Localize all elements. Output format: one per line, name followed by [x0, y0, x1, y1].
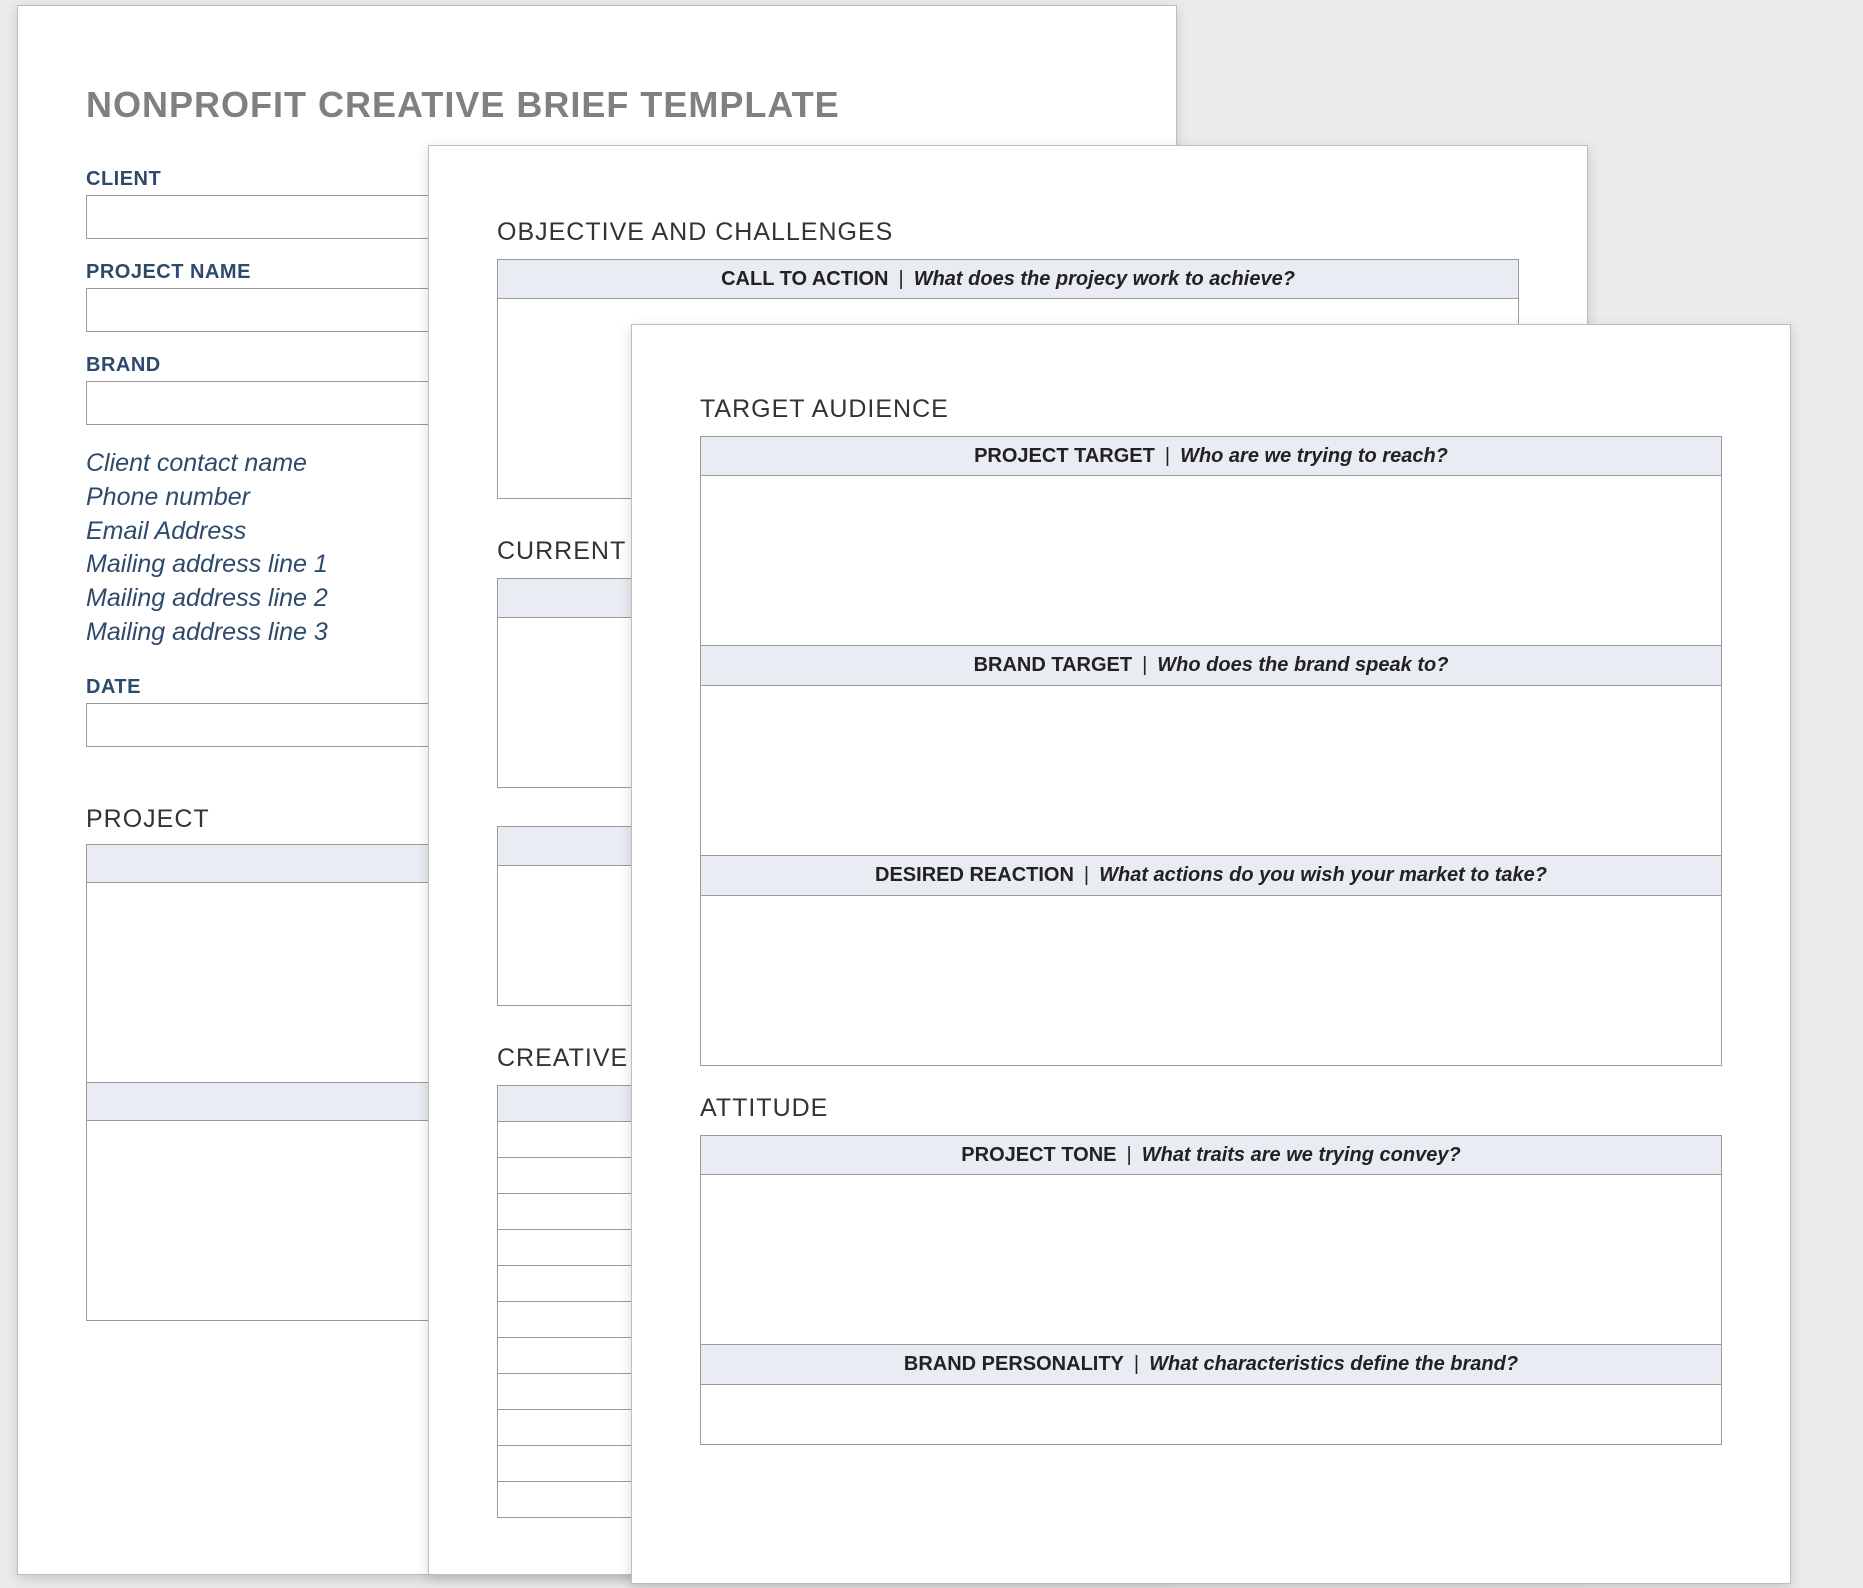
- project-target-question: Who are we trying to reach?: [1180, 445, 1448, 468]
- page-3: TARGET AUDIENCE PROJECT TARGET | Who are…: [631, 324, 1791, 1584]
- objective-section-title: OBJECTIVE AND CHALLENGES: [497, 218, 1519, 247]
- project-tone-header: PROJECT TONE | What traits are we trying…: [700, 1135, 1722, 1175]
- separator: |: [1142, 654, 1147, 677]
- separator: |: [1165, 445, 1170, 468]
- brand-input[interactable]: [86, 381, 446, 425]
- desired-reaction-question: What actions do you wish your market to …: [1099, 864, 1547, 887]
- brand-personality-header: BRAND PERSONALITY | What characteristics…: [700, 1345, 1722, 1385]
- desired-reaction-label: DESIRED REACTION: [875, 864, 1074, 887]
- cta-question: What does the projecy work to achieve?: [914, 268, 1295, 291]
- project-target-header: PROJECT TARGET | Who are we trying to re…: [700, 436, 1722, 476]
- project-tone-body[interactable]: [700, 1175, 1722, 1345]
- project-target-label: PROJECT TARGET: [974, 445, 1155, 468]
- brand-target-question: Who does the brand speak to?: [1157, 654, 1448, 677]
- separator: |: [1084, 864, 1089, 887]
- date-input[interactable]: [86, 703, 446, 747]
- separator: |: [1127, 1144, 1132, 1167]
- brand-target-label: BRAND TARGET: [974, 654, 1133, 677]
- cta-label: CALL TO ACTION: [721, 268, 888, 291]
- desired-reaction-body[interactable]: [700, 896, 1722, 1066]
- client-input[interactable]: [86, 195, 446, 239]
- project-target-body[interactable]: [700, 476, 1722, 646]
- project-tone-label: PROJECT TONE: [961, 1144, 1116, 1167]
- brand-personality-label: BRAND PERSONALITY: [904, 1353, 1124, 1376]
- document-title: NONPROFIT CREATIVE BRIEF TEMPLATE: [86, 84, 1108, 126]
- attitude-section-title: ATTITUDE: [700, 1094, 1722, 1123]
- target-section-title: TARGET AUDIENCE: [700, 395, 1722, 424]
- desired-reaction-header: DESIRED REACTION | What actions do you w…: [700, 856, 1722, 896]
- brand-target-body[interactable]: [700, 686, 1722, 856]
- project-name-input[interactable]: [86, 288, 446, 332]
- brand-personality-question: What characteristics define the brand?: [1149, 1353, 1518, 1376]
- project-tone-question: What traits are we trying convey?: [1142, 1144, 1461, 1167]
- brand-personality-body[interactable]: [700, 1385, 1722, 1445]
- separator: |: [899, 268, 904, 291]
- brand-target-header: BRAND TARGET | Who does the brand speak …: [700, 646, 1722, 686]
- cta-header: CALL TO ACTION | What does the projecy w…: [497, 259, 1519, 299]
- separator: |: [1134, 1353, 1139, 1376]
